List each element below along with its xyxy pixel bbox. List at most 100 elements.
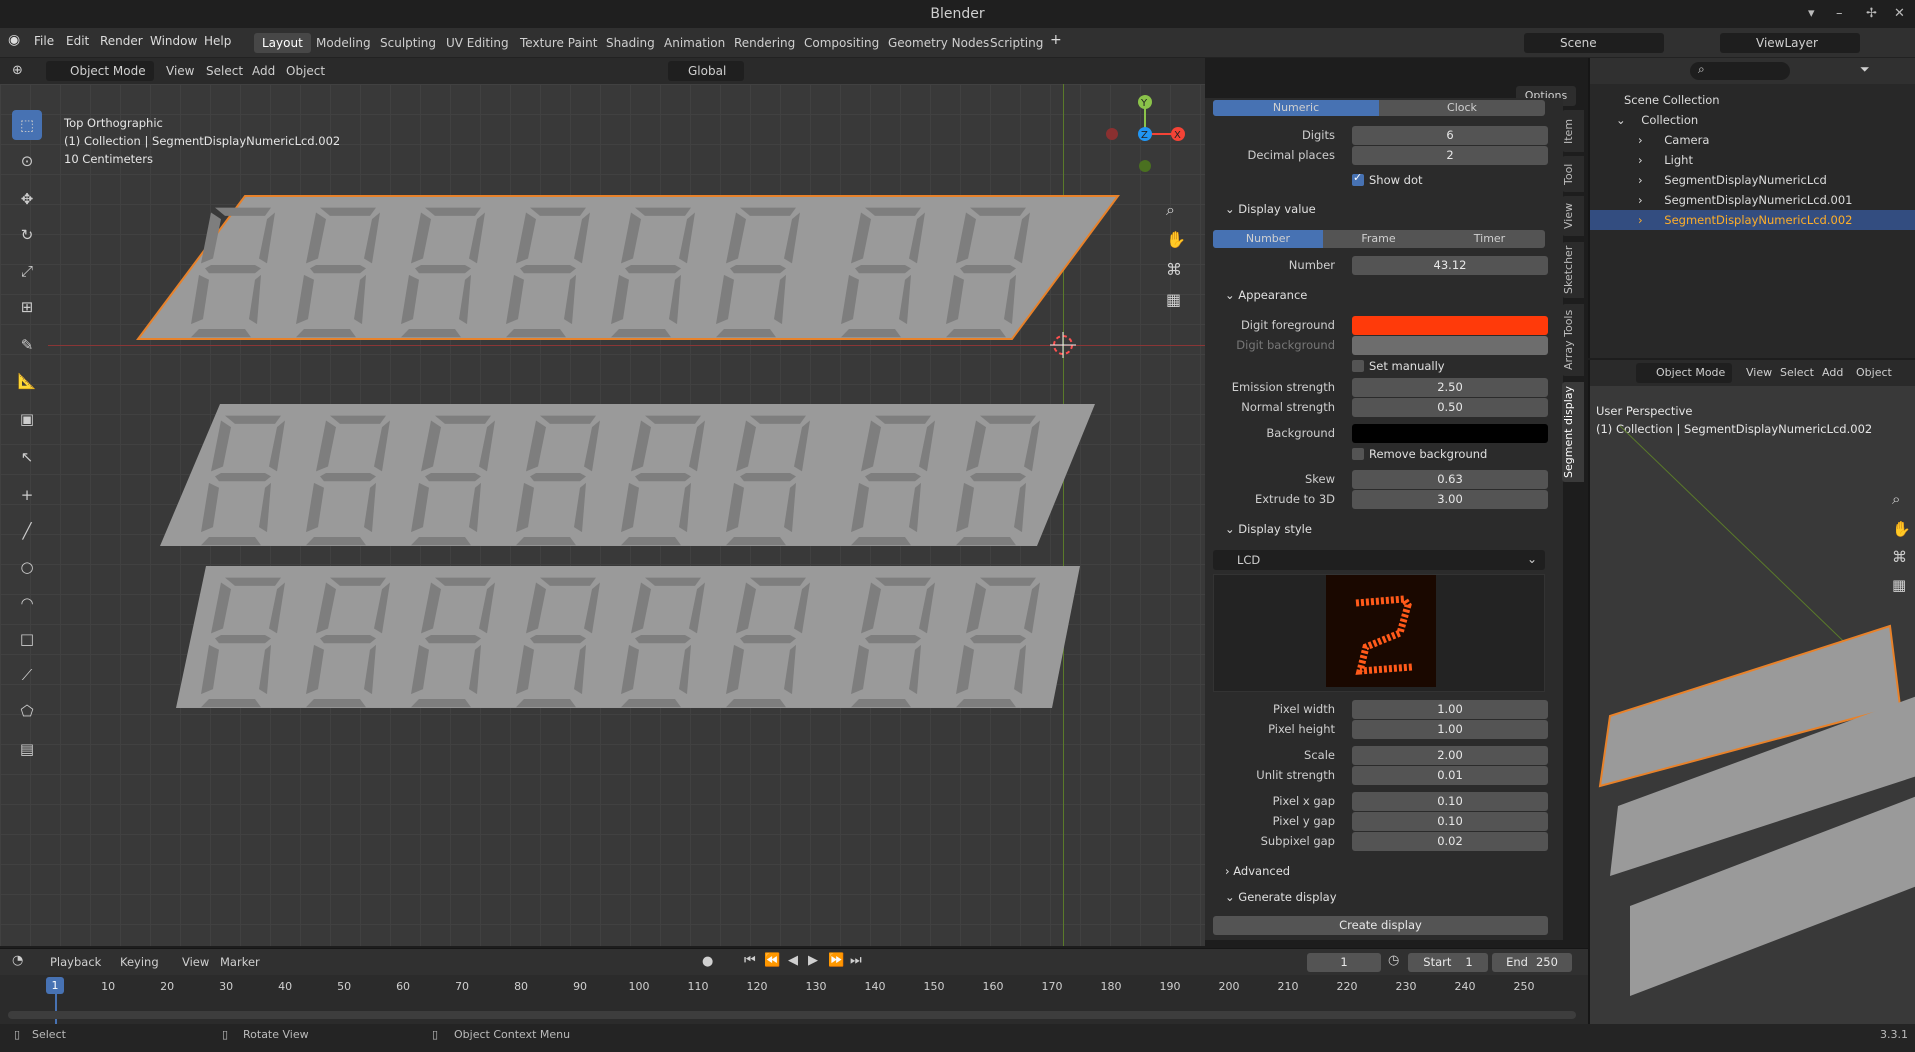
add-point-tool-icon[interactable]: + — [12, 480, 42, 510]
annotate-tool-icon[interactable]: ✎ — [12, 330, 42, 360]
display-value-header[interactable]: ⌄ Display value — [1225, 202, 1316, 216]
playhead[interactable]: 1 — [46, 977, 64, 994]
advanced-header[interactable]: › Advanced — [1225, 864, 1290, 878]
ortho-toggle-icon[interactable]: ▦ — [1166, 290, 1181, 309]
clock-icon[interactable]: ◷ — [1388, 953, 1399, 968]
outliner-scene-collection[interactable]: Scene Collection — [1606, 90, 1896, 110]
viewport2-ortho-icon[interactable]: ▦ — [1892, 576, 1906, 594]
viewport2-menu-view[interactable]: View — [1746, 366, 1772, 379]
maximize-icon[interactable]: ✢ — [1866, 0, 1877, 28]
zoom-icon[interactable]: ⌕ — [1166, 200, 1175, 220]
emission-field[interactable]: 2.50 — [1352, 378, 1548, 397]
circle-tool-icon[interactable]: ○ — [12, 552, 42, 582]
tab-compositing[interactable]: Compositing — [796, 33, 887, 53]
editor-type-icon[interactable]: ⊕ — [12, 63, 23, 78]
menu-select[interactable]: Select — [206, 64, 243, 78]
filter-icon[interactable]: ⏷ — [1860, 62, 1870, 77]
pixel-x-gap-field[interactable]: 0.10 — [1352, 792, 1548, 811]
tab-animation[interactable]: Animation — [656, 33, 733, 53]
close-icon[interactable]: ✕ — [1894, 0, 1905, 28]
select-tool-icon[interactable]: ↖ — [12, 442, 42, 472]
pixel-y-gap-field[interactable]: 0.10 — [1352, 812, 1548, 831]
outliner-lcd-001[interactable]: › SegmentDisplayNumericLcd.001 — [1638, 190, 1915, 210]
extrude-field[interactable]: 3.00 — [1352, 490, 1548, 509]
viewport2-menu-add[interactable]: Add — [1822, 366, 1843, 379]
scale-field[interactable]: 2.00 — [1352, 746, 1548, 765]
outliner-light[interactable]: › Light — [1638, 150, 1915, 170]
minimize-button-icon[interactable]: – — [1836, 0, 1843, 28]
next-key-icon[interactable]: ⏩ — [828, 953, 844, 968]
tab-scripting[interactable]: Scripting — [982, 33, 1051, 53]
tab-texture-paint[interactable]: Texture Paint — [512, 33, 605, 53]
lcd-display-001[interactable] — [160, 404, 1095, 546]
show-dot-checkbox[interactable] — [1352, 171, 1364, 186]
tab-frame[interactable]: Frame — [1323, 230, 1434, 248]
mode-selector[interactable]: Object Mode — [46, 61, 154, 81]
tab-modeling[interactable]: Modeling — [308, 33, 379, 53]
cursor-tool-icon[interactable]: ⊙ — [12, 146, 42, 176]
menu-view[interactable]: View — [166, 64, 194, 78]
prev-key-icon[interactable]: ⏪ — [764, 953, 780, 968]
pixel-width-field[interactable]: 1.00 — [1352, 700, 1548, 719]
viewport2-zoom-icon[interactable]: ⌕ — [1892, 490, 1900, 508]
menu-playback[interactable]: Playback — [50, 955, 101, 969]
play-icon[interactable]: ▶ — [808, 953, 818, 968]
tab-shading[interactable]: Shading — [598, 33, 663, 53]
side-tab-view[interactable]: View — [1562, 196, 1584, 236]
start-frame-field[interactable]: Start 1 — [1408, 953, 1488, 972]
viewport2-pan-icon[interactable]: ✋ — [1892, 520, 1911, 538]
timeline-editor-icon[interactable]: ◔ — [12, 953, 23, 968]
side-tab-tool[interactable]: Tool — [1562, 156, 1584, 192]
subpixel-gap-field[interactable]: 0.02 — [1352, 832, 1548, 851]
tab-timer[interactable]: Timer — [1434, 230, 1545, 248]
viewport2-camera-icon[interactable]: ⌘ — [1892, 548, 1907, 566]
menu-keying[interactable]: Keying — [120, 955, 159, 969]
record-icon[interactable]: ● — [702, 954, 713, 969]
decimal-places-field[interactable]: 2 — [1352, 146, 1548, 165]
rectangle-tool-icon[interactable]: □ — [12, 624, 42, 654]
jump-start-icon[interactable]: ⏮ — [744, 953, 756, 968]
menu-help[interactable]: Help — [204, 34, 231, 48]
tab-geometry-nodes[interactable]: Geometry Nodes — [880, 33, 997, 53]
tab-numeric[interactable]: Numeric — [1213, 100, 1379, 116]
pixel-height-field[interactable]: 1.00 — [1352, 720, 1548, 739]
digit-foreground-color[interactable] — [1352, 316, 1548, 335]
side-tab-array-tools[interactable]: Array Tools — [1562, 304, 1584, 376]
menu-render[interactable]: Render — [100, 34, 143, 48]
menu-window[interactable]: Window — [150, 34, 197, 48]
outliner-collection[interactable]: ⌄ Collection — [1616, 110, 1906, 130]
polygon-tool-icon[interactable]: ⬠ — [12, 696, 42, 726]
tab-rendering[interactable]: Rendering — [726, 33, 803, 53]
lcd-objects[interactable] — [0, 84, 1205, 946]
select-box-tool-icon[interactable]: ⬚ — [12, 110, 42, 140]
set-manually-checkbox[interactable] — [1352, 360, 1364, 372]
move-tool-icon[interactable]: ✥ — [12, 184, 42, 214]
unlit-field[interactable]: 0.01 — [1352, 766, 1548, 785]
measure-tool-icon[interactable]: 📐 — [12, 366, 42, 396]
end-frame-field[interactable]: End 250 — [1492, 953, 1572, 972]
menu-timeline-view[interactable]: View — [182, 955, 209, 969]
menu-object[interactable]: Object — [286, 64, 325, 78]
minimize-icon[interactable]: ▾ — [1808, 0, 1815, 28]
tab-layout[interactable]: Layout — [254, 33, 311, 53]
tab-uv-editing[interactable]: UV Editing — [438, 33, 517, 53]
generate-display-header[interactable]: ⌄ Generate display — [1225, 890, 1337, 904]
side-tab-segment-display[interactable]: Segment display — [1562, 382, 1584, 482]
side-tab-sketcher[interactable]: Sketcher — [1562, 242, 1584, 298]
skew-field[interactable]: 0.63 — [1352, 470, 1548, 489]
3d-cursor-icon[interactable] — [1050, 332, 1076, 358]
menu-edit[interactable]: Edit — [66, 34, 89, 48]
menu-marker[interactable]: Marker — [220, 955, 260, 969]
blender-logo-icon[interactable]: ◉ — [8, 32, 20, 48]
line-tool-icon[interactable]: ╱ — [12, 516, 42, 546]
transform-orientation[interactable]: Global — [668, 61, 744, 81]
tab-sculpting[interactable]: Sculpting — [372, 33, 444, 53]
lcd-display-plain[interactable] — [176, 566, 1080, 708]
transform-tool-icon[interactable]: ⊞ — [12, 292, 42, 322]
menu-add[interactable]: Add — [252, 64, 275, 78]
viewport2-mode-selector[interactable]: Object Mode — [1636, 363, 1732, 383]
viewport-3d[interactable]: ⊕ Object Mode View Select Add Object Glo… — [0, 58, 1576, 946]
background-color[interactable] — [1352, 424, 1548, 443]
viewport-perspective[interactable]: Object Mode View Select Add Object User … — [1588, 360, 1915, 1024]
viewlayer-selector[interactable]: ViewLayer — [1720, 33, 1860, 53]
